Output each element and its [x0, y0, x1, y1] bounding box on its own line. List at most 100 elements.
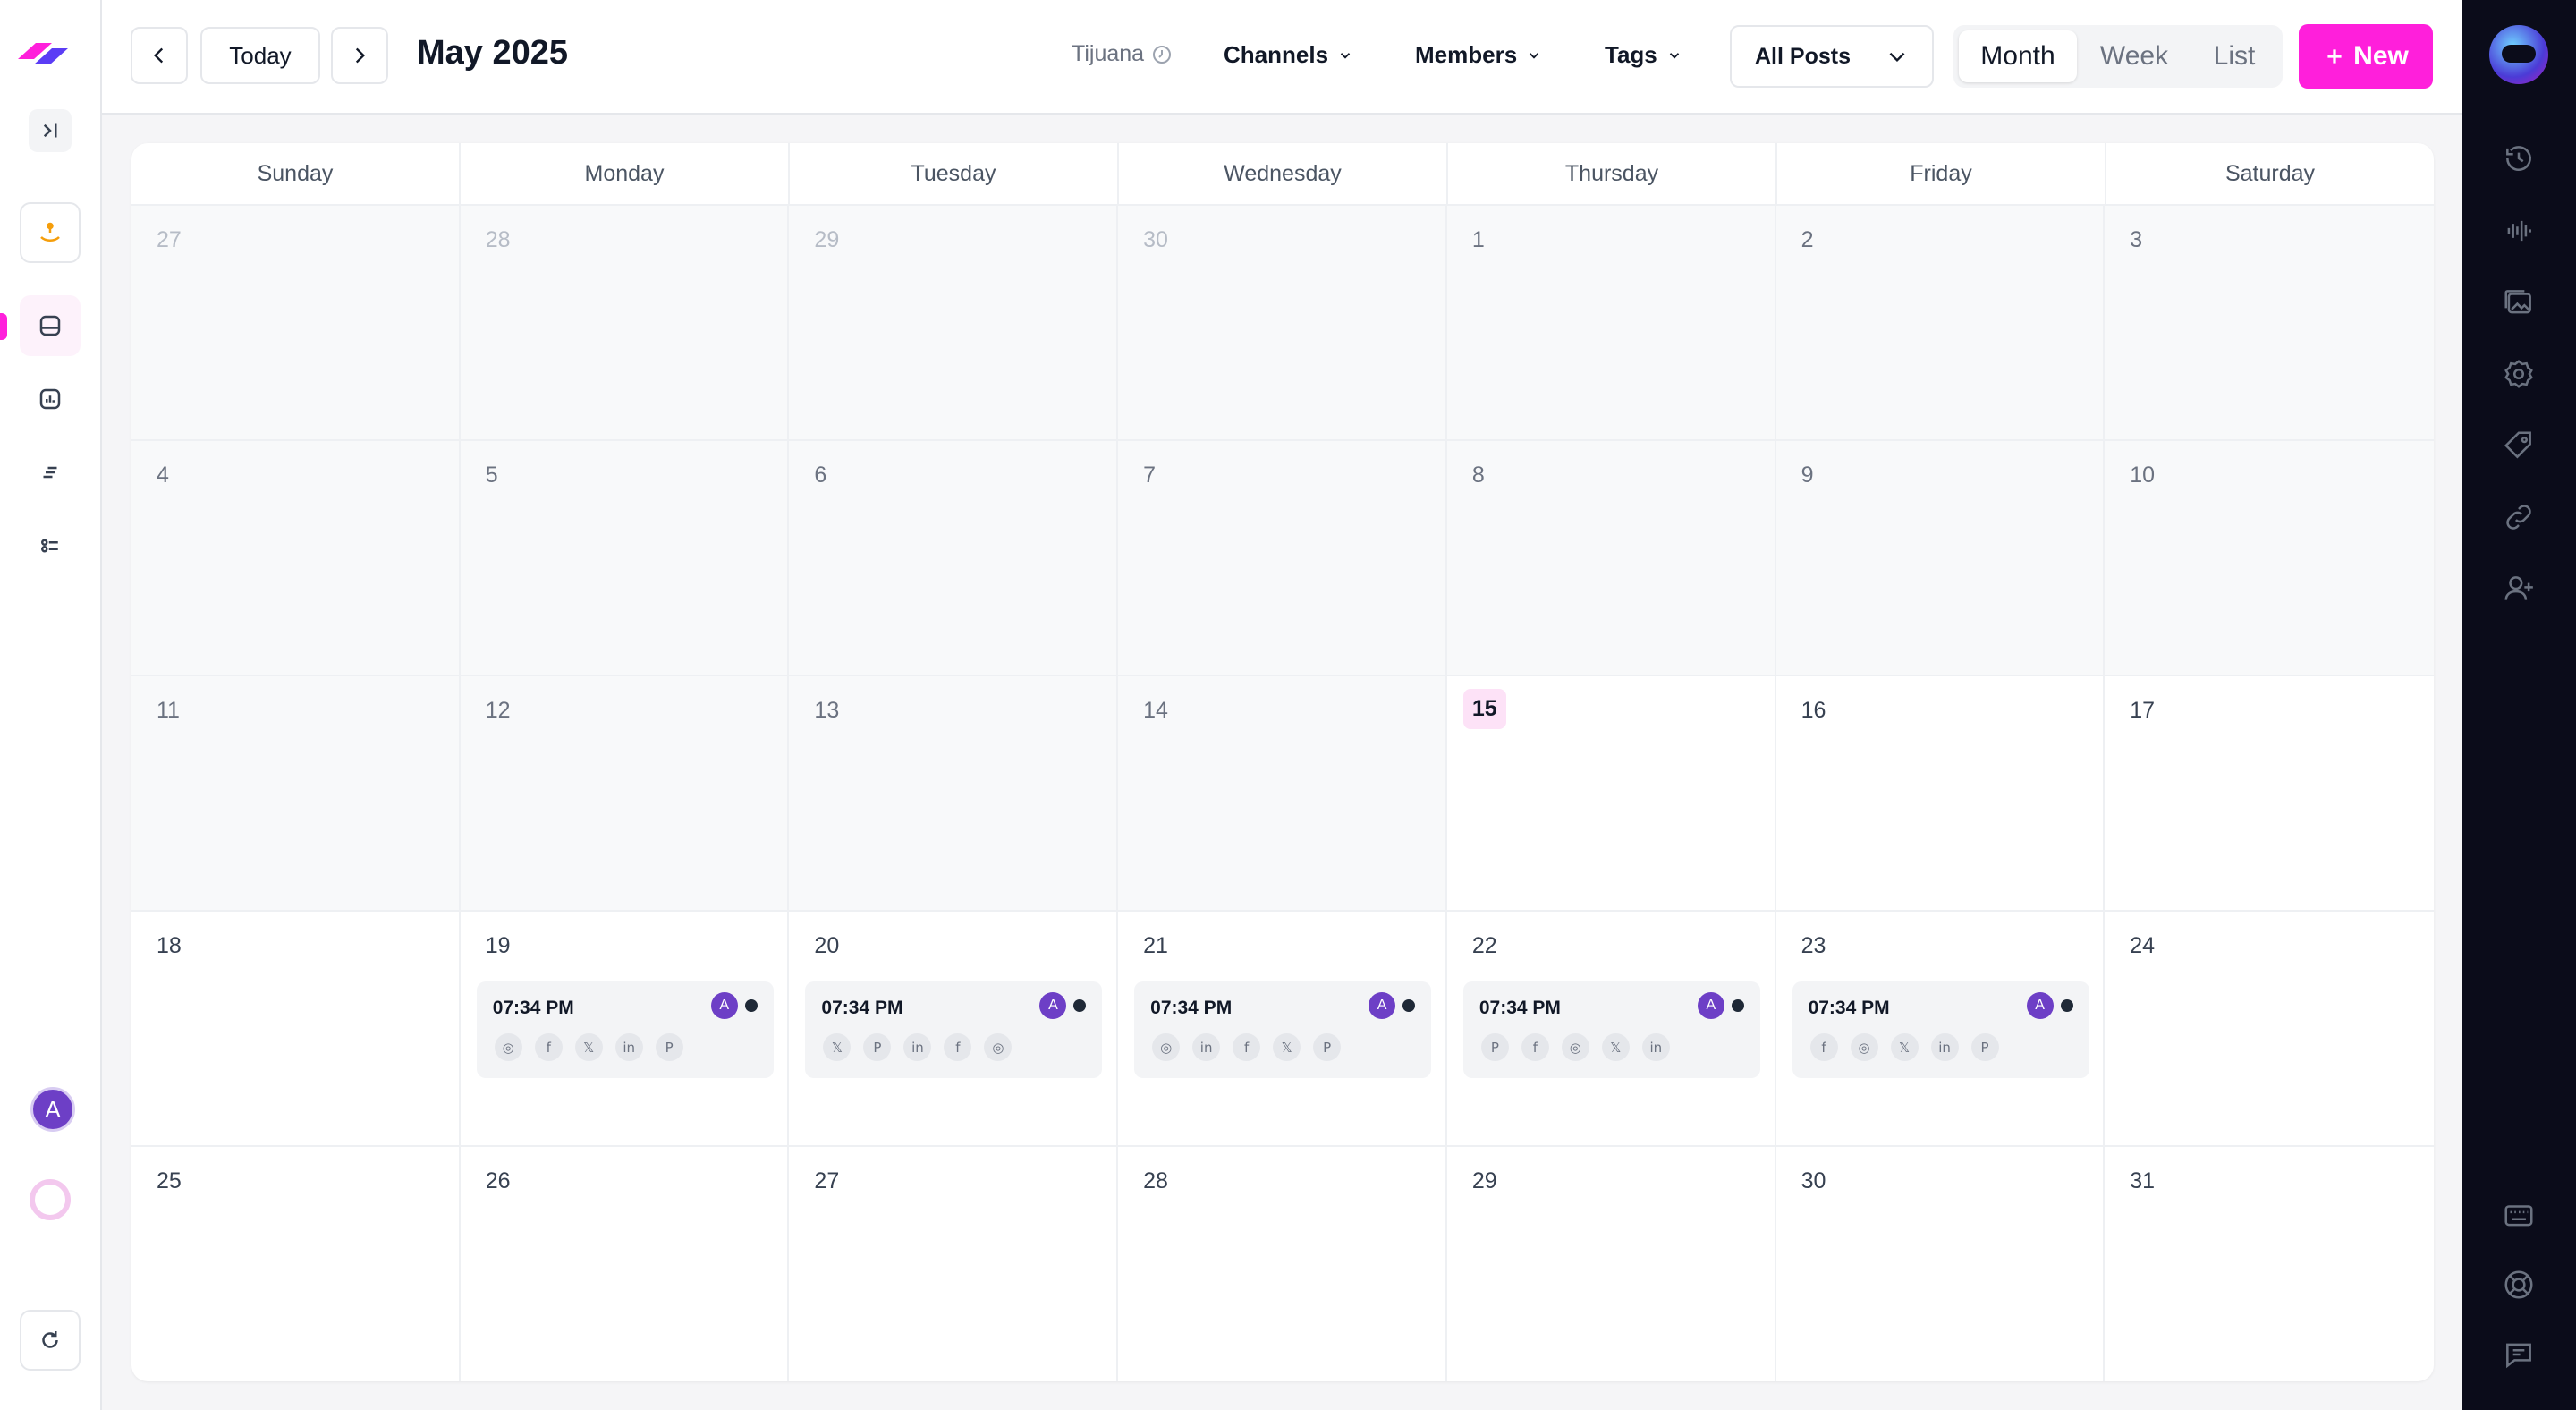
pinterest-icon: P	[655, 1033, 683, 1061]
audio-wave-icon[interactable]	[2501, 213, 2537, 249]
previous-month-button[interactable]	[131, 27, 188, 84]
calendar-day-cell[interactable]: 29	[789, 206, 1119, 441]
day-number: 9	[1801, 463, 1814, 488]
members-filter[interactable]: Members	[1415, 41, 1542, 69]
view-list-button[interactable]: List	[2191, 30, 2277, 82]
calendar-day-cell[interactable]: 31	[2105, 1147, 2434, 1381]
calendar-day-cell[interactable]: 28	[1118, 1147, 1447, 1381]
calendar-day-cell[interactable]: 5	[460, 441, 790, 676]
calendar-day-cell[interactable]: 27	[131, 206, 461, 441]
calendar-day-cell[interactable]: 15	[1446, 676, 1776, 912]
refresh-icon[interactable]	[20, 1310, 80, 1371]
timezone-selector[interactable]: Tijuana	[1072, 41, 1173, 67]
day-number: 30	[1801, 1168, 1826, 1193]
scheduled-post-card[interactable]: 07:34 PM A ◎ in f 𝕏 P	[1134, 981, 1432, 1078]
calendar-day-cell[interactable]: 19 07:34 PM A ◎ f 𝕏in P	[460, 912, 790, 1147]
launch-icon[interactable]	[20, 202, 80, 263]
day-number: 23	[1801, 933, 1826, 958]
scheduled-post-card[interactable]: 07:34 PM A Pf ◎ 𝕏in	[1462, 981, 1760, 1078]
tag-icon[interactable]	[2501, 428, 2537, 463]
link-icon[interactable]	[2501, 499, 2537, 535]
today-button[interactable]: Today	[200, 27, 320, 84]
calendar-day-cell[interactable]: 4	[131, 441, 461, 676]
calendar-day-cell[interactable]: 28	[460, 206, 790, 441]
instagram-icon: ◎	[1152, 1033, 1181, 1061]
calendar-day-cell[interactable]: 7	[1118, 441, 1447, 676]
filter-list-icon[interactable]	[20, 442, 80, 503]
weekday-tuesday: Tuesday	[790, 143, 1119, 204]
calendar-day-cell[interactable]: 10	[2105, 441, 2434, 676]
calendar-day-cell[interactable]: 3	[2105, 206, 2434, 441]
linkedin-icon: in	[1192, 1033, 1221, 1061]
calendar-day-cell[interactable]: 9	[1775, 441, 2106, 676]
calendar-day-cell[interactable]: 14	[1118, 676, 1447, 912]
day-number: 25	[157, 1168, 182, 1193]
media-library-icon[interactable]	[2501, 285, 2537, 320]
user-avatar[interactable]: A	[30, 1087, 75, 1132]
app-logo-icon[interactable]	[16, 34, 70, 73]
calendar-day-cell[interactable]: 8	[1446, 441, 1776, 676]
day-number: 27	[814, 1168, 840, 1193]
scheduled-post-card[interactable]: 07:34 PM Af ◎ 𝕏in P	[1792, 981, 2089, 1078]
channels-filter[interactable]: Channels	[1224, 41, 1353, 69]
add-user-icon[interactable]	[2501, 571, 2537, 607]
view-month-button[interactable]: Month	[1959, 30, 2077, 82]
calendar-day-cell[interactable]: 2	[1775, 206, 2106, 441]
facebook-icon: f	[944, 1033, 972, 1061]
analytics-icon[interactable]	[20, 369, 80, 429]
calendar-day-cell[interactable]: 30	[1776, 1147, 2106, 1381]
calendar-day-cell[interactable]: 21 07:34 PM A ◎ in f 𝕏 P	[1118, 912, 1447, 1147]
post-author-avatar: A	[2026, 992, 2054, 1019]
keyboard-icon[interactable]	[2501, 1197, 2537, 1233]
day-number: 7	[1143, 463, 1157, 488]
calendar-day-cell[interactable]: 20 07:34 PM A 𝕏 Pin f ◎	[789, 912, 1119, 1147]
chevron-down-icon	[1889, 52, 1905, 63]
loading-ring-icon	[30, 1179, 71, 1220]
calendar-day-cell[interactable]: 29	[1447, 1147, 1776, 1381]
calendar-day-cell[interactable]: 23 07:34 PM Af ◎ 𝕏in P	[1775, 912, 2106, 1147]
channel-icons: ◎ in f 𝕏 P	[1152, 1033, 1342, 1061]
status-dot-icon	[1073, 999, 1087, 1012]
chat-icon[interactable]	[2501, 1337, 2537, 1372]
calendar-day-cell[interactable]: 16	[1775, 676, 2106, 912]
calendar-day-cell[interactable]: 1	[1446, 206, 1776, 441]
instagram-icon: ◎	[494, 1033, 522, 1061]
calendar-day-cell[interactable]: 17	[2105, 676, 2434, 912]
calendar-day-cell[interactable]: 22 07:34 PM A Pf ◎ 𝕏in	[1446, 912, 1776, 1147]
calendar-day-cell[interactable]: 25	[131, 1147, 461, 1381]
day-number: 26	[485, 1168, 511, 1193]
weekday-header-row: Sunday Monday Tuesday Wednesday Thursday Frid…	[131, 143, 2434, 206]
calendar-day-cell[interactable]: 30	[1118, 206, 1447, 441]
settings-sliders-icon[interactable]	[20, 515, 80, 576]
calendar-icon[interactable]	[20, 295, 80, 356]
ai-assistant-avatar[interactable]	[2489, 25, 2548, 84]
scheduled-post-card[interactable]: 07:34 PM A 𝕏 Pin f ◎	[805, 981, 1103, 1078]
calendar-day-cell[interactable]: 6	[789, 441, 1119, 676]
tags-filter[interactable]: Tags	[1605, 41, 1682, 69]
month-title: May 2025	[417, 34, 569, 72]
calendar-day-cell[interactable]: 26	[461, 1147, 790, 1381]
posts-filter-select[interactable]: All Posts	[1730, 25, 1934, 88]
calendar-day-cell[interactable]: 18	[131, 912, 461, 1147]
facebook-icon: f	[1233, 1033, 1261, 1061]
calendar-day-cell[interactable]: 11	[131, 676, 461, 912]
calendar-day-cell[interactable]: 13	[789, 676, 1119, 912]
timezone-label: Tijuana	[1072, 41, 1145, 66]
badge-icon[interactable]	[2501, 356, 2537, 392]
next-month-button[interactable]	[331, 27, 388, 84]
sidebar-expand-icon[interactable]	[29, 109, 72, 152]
new-post-button[interactable]: New	[2299, 24, 2433, 89]
day-number: 20	[814, 933, 840, 958]
scheduled-post-card[interactable]: 07:34 PM A ◎ f 𝕏in P	[476, 981, 774, 1078]
calendar-day-cell[interactable]: 27	[789, 1147, 1119, 1381]
calendar-day-cell[interactable]: 24	[2105, 912, 2434, 1147]
history-icon[interactable]	[2501, 140, 2537, 176]
calendar-day-cell[interactable]: 12	[460, 676, 790, 912]
help-icon[interactable]	[2501, 1267, 2537, 1303]
weekday-monday: Monday	[461, 143, 790, 204]
view-week-button[interactable]: Week	[2080, 30, 2188, 82]
tags-filter-label: Tags	[1605, 41, 1657, 68]
facebook-icon: f	[1809, 1033, 1838, 1061]
x-icon: 𝕏	[1273, 1033, 1301, 1061]
posts-filter-value: All Posts	[1755, 43, 1851, 69]
